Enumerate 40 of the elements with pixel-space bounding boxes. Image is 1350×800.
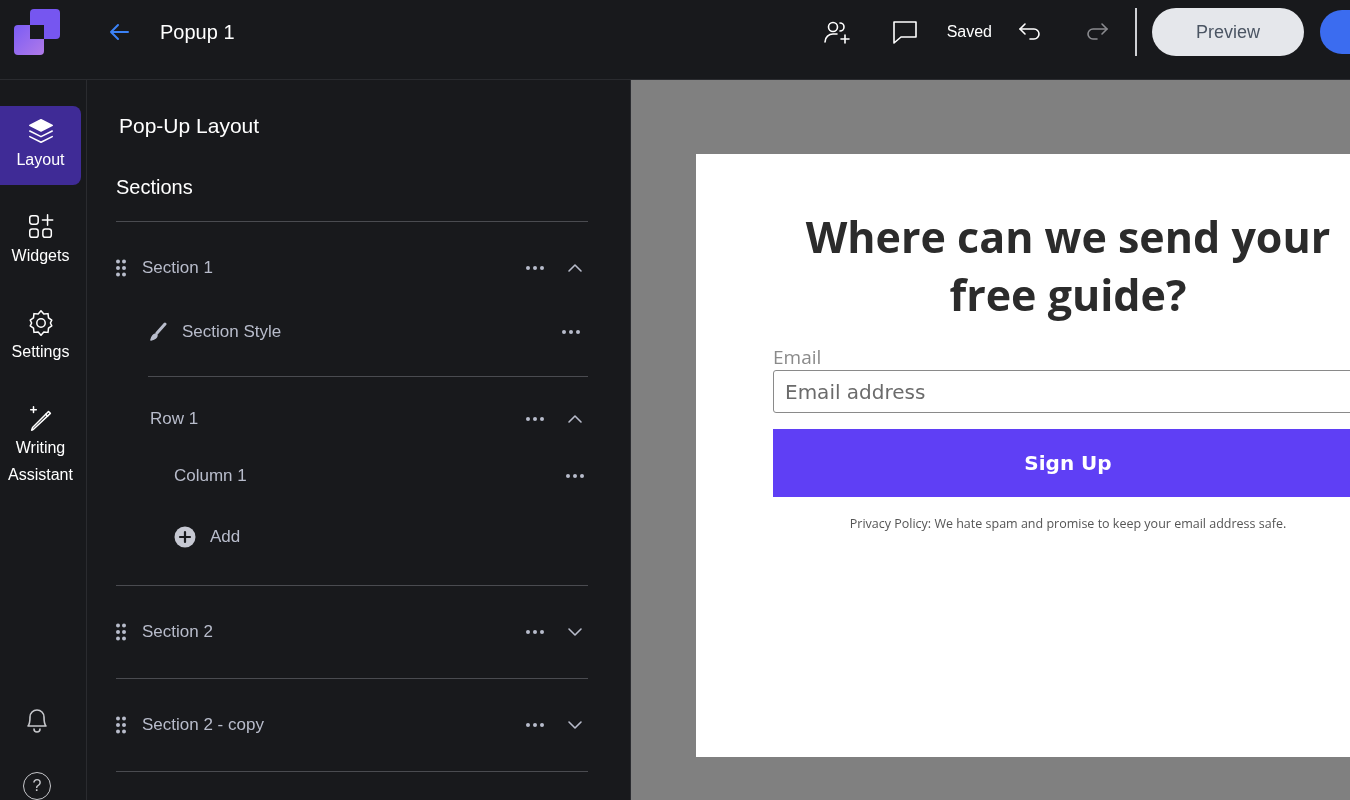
more-icon[interactable]	[525, 265, 545, 271]
page-title: Popup 1	[160, 20, 235, 44]
sidebar-tab[interactable]: Settings	[0, 298, 81, 377]
more-icon[interactable]	[525, 629, 545, 635]
add-button[interactable]: Add	[174, 516, 241, 558]
sign-up-button[interactable]: Sign Up	[773, 429, 1350, 497]
more-icon[interactable]	[565, 473, 585, 479]
avatar-icon[interactable]	[1320, 10, 1350, 54]
preview-button[interactable]: Preview	[1152, 8, 1304, 56]
section-item[interactable]: Section 2	[142, 622, 487, 642]
back-arrow-icon	[108, 23, 130, 41]
more-icon[interactable]	[525, 416, 545, 422]
drag-handle-icon[interactable]	[116, 623, 126, 641]
email-field[interactable]: Email address	[773, 370, 1350, 413]
save-status: Saved	[946, 23, 992, 41]
section-item[interactable]: Section 2 - copy	[142, 715, 487, 735]
back-button[interactable]	[108, 23, 130, 41]
chevron-up-icon[interactable]	[567, 263, 583, 273]
more-icon[interactable]	[561, 329, 581, 335]
plus-circle-icon	[174, 526, 196, 548]
section-style-item[interactable]: Section Style	[182, 322, 561, 342]
column-item[interactable]: Column 1	[174, 466, 565, 486]
drag-handle-icon[interactable]	[116, 259, 126, 277]
chevron-up-icon[interactable]	[567, 414, 583, 424]
sidebar-tab[interactable]: Widgets	[0, 202, 81, 281]
logo-icon	[14, 9, 60, 55]
popup-heading: Where can we send your free guide?	[804, 208, 1332, 324]
chevron-down-icon[interactable]	[567, 627, 583, 637]
privacy-text: Privacy Policy: We hate spam and promise to keep your email address safe.	[848, 515, 1288, 532]
email-label: Email	[773, 344, 823, 370]
more-icon[interactable]	[525, 722, 545, 728]
row-item[interactable]: Row 1	[150, 409, 487, 429]
chevron-down-icon[interactable]	[567, 720, 583, 730]
brush-icon	[148, 322, 168, 342]
panel-title: Pop-Up Layout	[119, 114, 261, 138]
section-heading: Sections	[116, 176, 194, 199]
section-item[interactable]: Section 1	[142, 258, 487, 278]
sidebar-tab[interactable]: Layout	[0, 106, 81, 185]
sidebar-tab[interactable]: Writing Assistant	[0, 394, 81, 500]
drag-handle-icon[interactable]	[116, 716, 126, 734]
